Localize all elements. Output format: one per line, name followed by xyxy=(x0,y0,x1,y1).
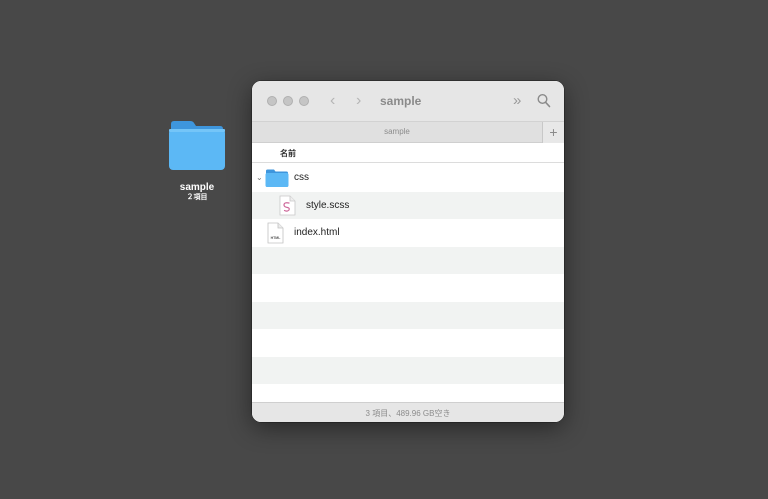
status-text: 3 項目、489.96 GB空き xyxy=(365,409,451,418)
tab-bar: sample + xyxy=(252,121,564,143)
empty-row xyxy=(252,301,564,329)
list-item-index-html[interactable]: HTML index.html xyxy=(252,219,564,247)
html-file-icon-label: HTML xyxy=(270,236,281,240)
search-icon[interactable] xyxy=(537,93,551,109)
empty-row xyxy=(252,246,564,274)
desktop-folder-sample[interactable]: sample ２項目 xyxy=(160,118,234,203)
empty-row xyxy=(252,274,564,302)
folder-icon xyxy=(168,118,226,172)
zoom-button[interactable] xyxy=(299,96,309,106)
minimize-button[interactable] xyxy=(283,96,293,106)
window-title: sample xyxy=(380,94,422,108)
list-item-name: css xyxy=(294,172,309,183)
html-file-icon: HTML xyxy=(267,222,284,244)
close-button[interactable] xyxy=(267,96,277,106)
list-item-css[interactable]: ⌄ css xyxy=(252,164,564,192)
file-list: ⌄ css style.scss HTML index.html xyxy=(252,164,564,402)
desktop-folder-subtitle: ２項目 xyxy=(186,194,208,201)
desktop-folder-label: sample xyxy=(179,182,215,193)
new-tab-button[interactable]: + xyxy=(542,122,564,143)
toolbar-more-button[interactable]: » xyxy=(513,92,521,110)
empty-row xyxy=(252,356,564,384)
title-bar: ‹ › sample » xyxy=(252,81,564,121)
scss-file-icon xyxy=(279,195,296,216)
list-item-name: style.scss xyxy=(306,199,350,211)
folder-icon xyxy=(265,168,289,188)
empty-row xyxy=(252,384,564,402)
tab-sample[interactable]: sample xyxy=(252,127,542,136)
column-header-name[interactable]: 名前 xyxy=(280,148,296,159)
empty-row xyxy=(252,329,564,357)
finder-window: ‹ › sample » sample + 名前 ⌄ css style.scs… xyxy=(252,81,564,422)
forward-button[interactable]: › xyxy=(356,91,361,111)
list-header: 名前 xyxy=(252,143,564,163)
back-button[interactable]: ‹ xyxy=(330,91,335,111)
disclosure-triangle[interactable]: ⌄ xyxy=(256,173,263,183)
list-item-name: index.html xyxy=(294,227,340,238)
status-bar: 3 項目、489.96 GB空き xyxy=(252,402,564,422)
list-item-style-scss[interactable]: style.scss xyxy=(252,191,564,219)
